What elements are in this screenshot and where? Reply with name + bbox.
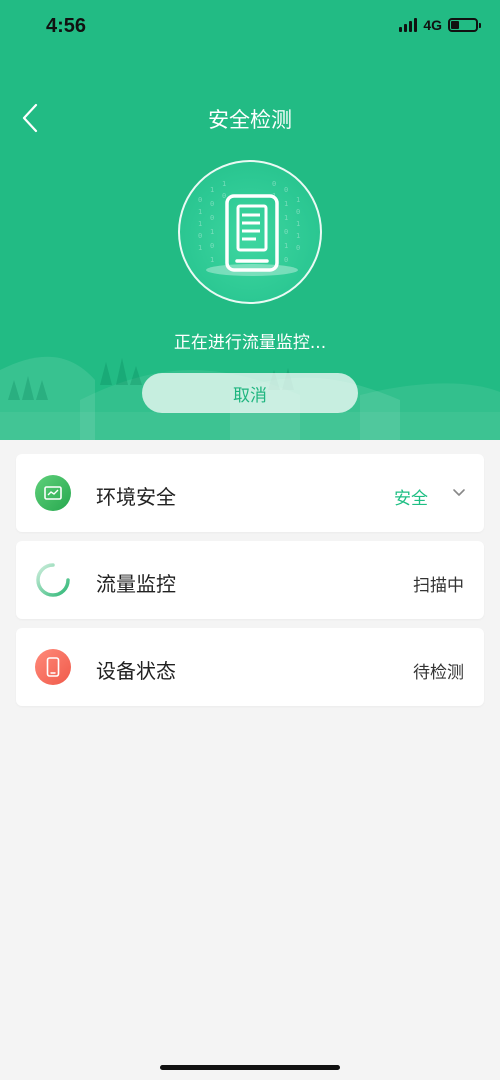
battery-fill [451,21,460,29]
header: 4:56 4G 安全检测 01101 100101 011010 10110 1… [0,0,500,440]
check-card-device[interactable]: 设备状态 待检测 [16,628,484,706]
status-time: 4:56 [46,15,87,37]
check-status: 扫描中 [413,576,464,596]
check-label: 设备状态 [96,659,176,683]
page-title: 安全检测 [208,108,292,132]
monitor-chart-icon [35,475,71,511]
network-label: 4G [423,17,442,33]
loading-spinner-icon [35,562,71,598]
phone-icon [35,649,71,685]
check-status: 待检测 [413,663,464,683]
check-label: 环境安全 [96,485,176,509]
home-indicator[interactable] [160,1065,340,1070]
check-label: 流量监控 [96,572,176,596]
chevron-down-icon[interactable] [452,488,466,498]
status-bar: 4:56 4G [0,0,500,56]
smartphone-document-icon [225,194,279,272]
check-card-traffic[interactable]: 流量监控 扫描中 [16,541,484,619]
check-status: 安全 [394,489,428,509]
status-indicators: 4G [399,17,481,33]
battery-icon [448,18,481,32]
check-card-environment[interactable]: 环境安全 安全 [16,454,484,532]
signal-bars-icon [399,18,418,32]
scan-circle: 01101 100101 011010 10110 1001 [178,160,322,304]
cancel-button[interactable]: 取消 [142,373,358,413]
